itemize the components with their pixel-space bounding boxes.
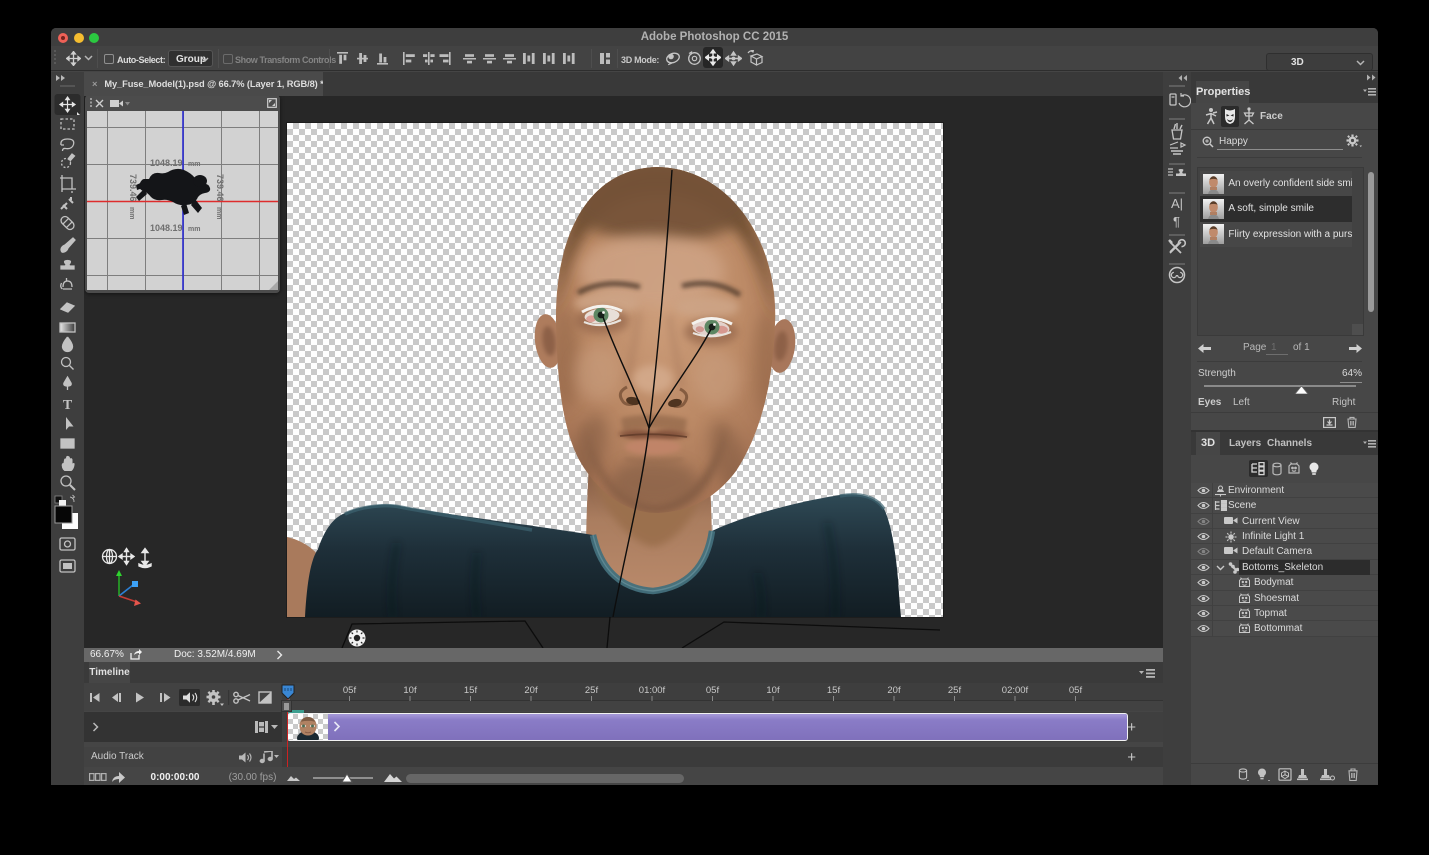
svg-text:10f: 10f	[766, 685, 780, 696]
svg-text:25f: 25f	[585, 685, 599, 696]
svg-text:01:00f: 01:00f	[639, 685, 666, 696]
svg-text:mm: mm	[188, 161, 200, 168]
svg-text:1048.19: 1048.19	[150, 223, 183, 233]
svg-text:05f: 05f	[1069, 685, 1083, 696]
svg-text:05f: 05f	[706, 685, 720, 696]
svg-text:mm: mm	[128, 207, 135, 219]
svg-text:20f: 20f	[524, 685, 538, 696]
svg-text:20f: 20f	[887, 685, 901, 696]
svg-text:10f: 10f	[403, 685, 417, 696]
svg-text:¶: ¶	[1173, 214, 1180, 229]
svg-text:05f: 05f	[343, 685, 357, 696]
svg-text:25f: 25f	[948, 685, 962, 696]
svg-text:mm: mm	[188, 226, 200, 233]
svg-text:739.46: 739.46	[128, 174, 138, 202]
svg-text:A|: A|	[1171, 196, 1183, 211]
svg-text:1048.19: 1048.19	[150, 158, 183, 168]
svg-text:15f: 15f	[464, 685, 478, 696]
svg-text:mm: mm	[215, 207, 222, 219]
svg-text:T: T	[63, 398, 73, 413]
svg-text:15f: 15f	[827, 685, 841, 696]
svg-text:02:00f: 02:00f	[1002, 685, 1029, 696]
svg-text:739.46: 739.46	[215, 174, 225, 202]
